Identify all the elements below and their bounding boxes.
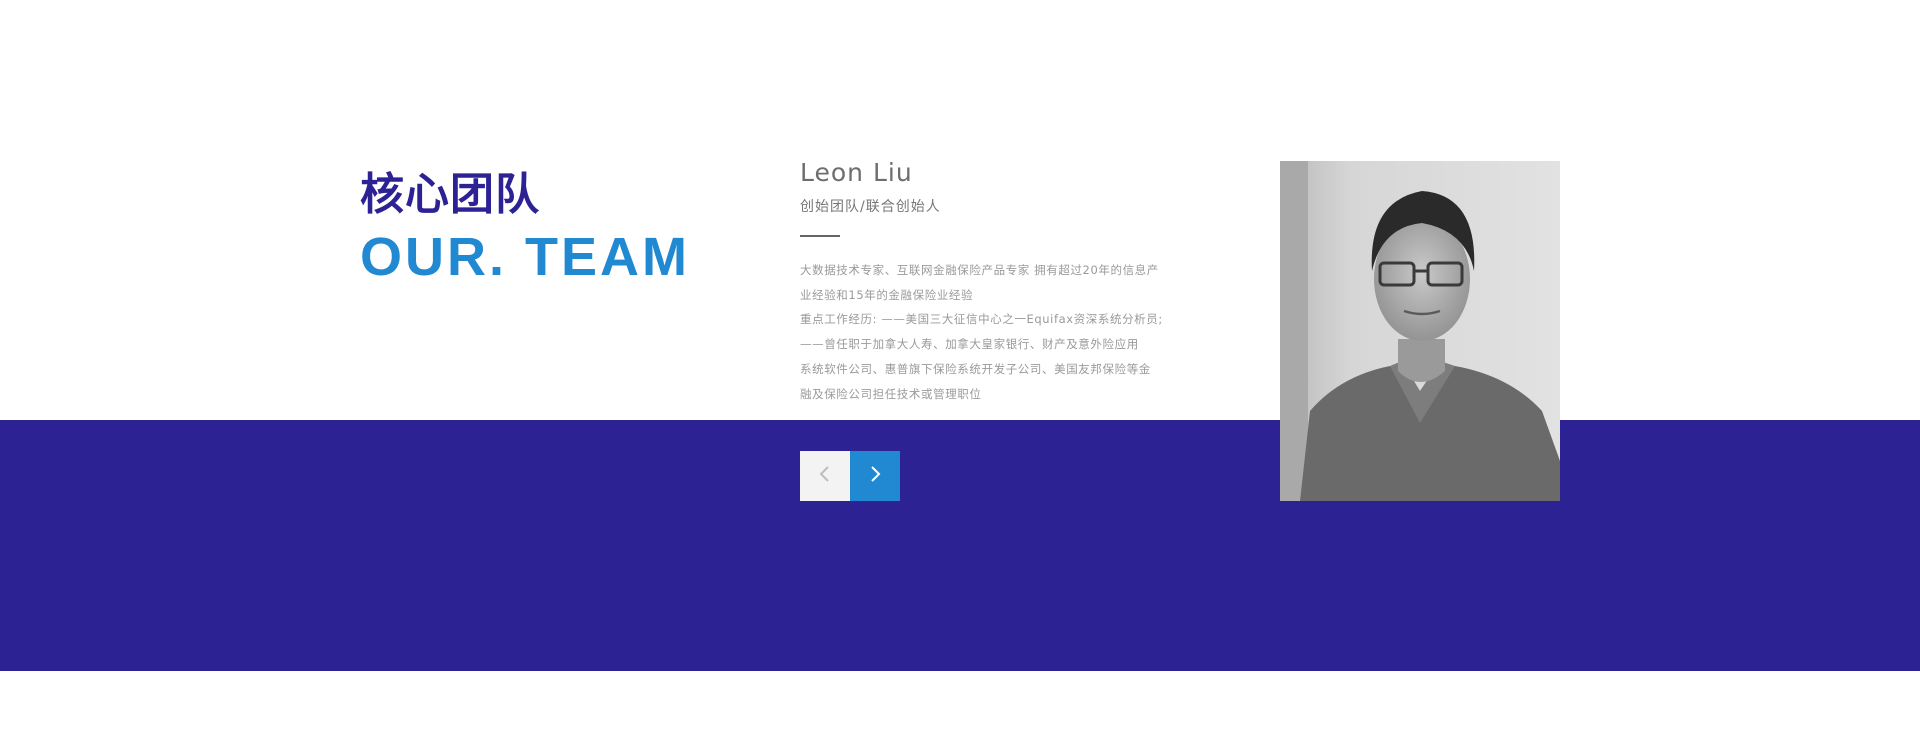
section-title-cn: 核心团队 bbox=[360, 169, 540, 220]
prev-button[interactable] bbox=[800, 451, 850, 501]
team-section: 核心团队 OUR. TEAM Leon Liu 创始团队/联合创始人 大数据技术… bbox=[0, 0, 1920, 751]
member-name: Leon Liu bbox=[800, 158, 913, 187]
chevron-left-icon bbox=[818, 465, 832, 487]
bio-line: 大数据技术专家、互联网金融保险产品专家 拥有超过20年的信息产 bbox=[800, 263, 1159, 277]
bio-line: ——曾任职于加拿大人寿、加拿大皇家银行、财产及意外险应用 bbox=[800, 337, 1139, 352]
next-button[interactable] bbox=[850, 451, 900, 501]
bio-line: 融及保险公司担任技术或管理职位 bbox=[800, 386, 982, 401]
member-bio: 大数据技术专家、互联网金融保险产品专家 拥有超过20年的信息产 业经验和15年的… bbox=[800, 258, 1195, 406]
divider bbox=[800, 235, 840, 237]
chevron-right-icon bbox=[868, 465, 882, 487]
member-photo bbox=[1280, 161, 1560, 501]
bio-line: 业经验和15年的金融保险业经验 bbox=[800, 287, 974, 302]
bio-line: 重点工作经历: ——美国三大征信中心之一Equifax资深系统分析员; bbox=[800, 312, 1163, 327]
section-title-en: OUR. TEAM bbox=[360, 227, 690, 287]
bio-line: 系统软件公司、惠普旗下保险系统开发子公司、美国友邦保险等金 bbox=[800, 361, 1151, 376]
background-band bbox=[0, 420, 1920, 671]
member-role: 创始团队/联合创始人 bbox=[800, 199, 941, 215]
